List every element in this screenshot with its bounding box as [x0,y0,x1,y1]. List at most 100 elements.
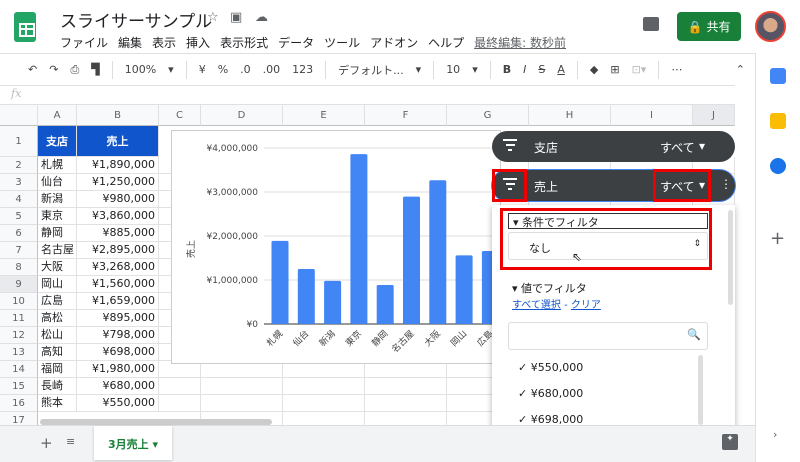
strikethrough-button[interactable]: S [538,63,545,76]
cell[interactable] [283,395,365,412]
merge-cells-icon[interactable]: ⊡▾ [632,63,647,76]
row-header[interactable]: 4 [0,191,38,208]
value-item[interactable]: ✓ ¥680,000 [518,387,583,400]
column-header[interactable]: G [447,105,529,126]
table-cell[interactable]: ¥798,000 [77,327,159,344]
condition-select[interactable]: なし ⇕ [508,232,708,260]
more-formats-button[interactable]: 123 [292,63,313,76]
table-cell[interactable]: 札幌 [38,157,77,174]
table-cell[interactable]: ¥885,000 [77,225,159,242]
formula-bar[interactable]: fx [0,85,735,105]
row-header[interactable]: 7 [0,242,38,259]
table-cell[interactable]: 長崎 [38,378,77,395]
collapse-toolbar-icon[interactable]: ⌃ [736,63,745,76]
column-header[interactable]: D [201,105,283,126]
row-header[interactable]: 12 [0,327,38,344]
cell[interactable] [283,412,365,425]
avatar[interactable] [755,11,786,42]
cell[interactable] [365,412,447,425]
undo-icon[interactable]: ↶ [28,63,37,76]
explore-icon[interactable]: ✦ [722,434,738,450]
table-cell[interactable]: ¥680,000 [77,378,159,395]
value-search-input[interactable]: 🔍 [508,322,708,350]
menu-help[interactable]: ヘルプ [428,34,464,51]
font-size-select[interactable]: 10 [446,63,460,76]
row-header[interactable]: 8 [0,259,38,276]
currency-button[interactable]: ¥ [199,63,206,76]
sheets-logo[interactable] [14,12,36,42]
table-cell[interactable]: ¥1,250,000 [77,174,159,191]
comment-icon[interactable] [643,17,659,31]
table-cell[interactable]: 松山 [38,327,77,344]
last-edit-link[interactable]: 最終編集: 数秒前 [474,34,566,51]
row-header[interactable]: 5 [0,208,38,225]
doc-title[interactable]: スライサーサンプル [60,7,212,32]
table-cell[interactable]: ¥980,000 [77,191,159,208]
row-header[interactable]: 13 [0,344,38,361]
row-header[interactable]: 10 [0,293,38,310]
text-color-button[interactable]: A [557,63,565,76]
menu-tools[interactable]: ツール [324,34,360,51]
cell[interactable] [365,378,447,395]
column-header[interactable]: J [693,105,735,126]
cell[interactable] [159,395,201,412]
star-icon[interactable]: ☆ [207,10,219,25]
scrollbar[interactable] [728,210,733,305]
table-cell[interactable]: ¥895,000 [77,310,159,327]
menu-file[interactable]: ファイル [60,34,108,51]
column-header[interactable]: A [38,105,77,126]
share-button[interactable]: 🔒 共有 [677,12,741,41]
table-cell[interactable]: ¥2,895,000 [77,242,159,259]
redo-icon[interactable]: ↷ [49,63,58,76]
select-all-link[interactable]: すべて選択 [512,300,561,311]
menu-insert[interactable]: 挿入 [186,34,210,51]
all-sheets-icon[interactable]: ≡ [66,435,75,448]
italic-button[interactable]: I [523,63,526,76]
cell[interactable] [201,395,283,412]
add-sheet-icon[interactable]: + [40,434,53,452]
row-header[interactable]: 1 [0,126,38,157]
table-cell[interactable]: 名古屋 [38,242,77,259]
increase-decimal-button[interactable]: .00 [263,63,281,76]
table-cell[interactable]: 仙台 [38,174,77,191]
menu-view[interactable]: 表示 [152,34,176,51]
cell[interactable] [365,395,447,412]
add-addon-icon[interactable]: + [770,228,785,249]
table-cell[interactable]: 高知 [38,344,77,361]
table-cell[interactable]: 岡山 [38,276,77,293]
slicer-value-dropdown[interactable]: すべて [660,139,695,156]
print-icon[interactable]: ⎙ [70,63,79,77]
table-cell[interactable]: 広島 [38,293,77,310]
cell[interactable] [201,378,283,395]
table-cell[interactable]: ¥698,000 [77,344,159,361]
row-header[interactable]: 9 [0,276,38,293]
row-header[interactable]: 2 [0,157,38,174]
value-filter-toggle[interactable]: ▾ 値でフィルタ [512,280,587,296]
table-cell[interactable]: 大阪 [38,259,77,276]
bar-chart[interactable]: ¥0 ¥1,000,000 ¥2,000,000 ¥3,000,000 ¥4,000,0… [171,130,504,364]
table-cell[interactable]: ¥1,890,000 [77,157,159,174]
more-button[interactable]: ⋯ [671,63,682,76]
table-cell[interactable]: 東京 [38,208,77,225]
table-cell[interactable]: 福岡 [38,361,77,378]
cell[interactable] [159,378,201,395]
row-header[interactable]: 6 [0,225,38,242]
clear-link[interactable]: クリア [571,300,601,311]
table-header-cell[interactable]: 売上 [77,126,159,157]
table-cell[interactable]: ¥3,268,000 [77,259,159,276]
column-header[interactable]: C [159,105,201,126]
slicer-branch[interactable]: 支店 すべて ▾ [492,131,735,162]
decrease-decimal-button[interactable]: .0 [240,63,251,76]
table-cell[interactable]: 静岡 [38,225,77,242]
row-header[interactable]: 16 [0,395,38,412]
value-item[interactable]: ✓ ¥698,000 [518,413,583,425]
menu-data[interactable]: データ [278,34,314,51]
more-vert-icon[interactable]: ⋮ [720,177,732,191]
column-header[interactable]: B [77,105,159,126]
fill-color-icon[interactable]: ◆ [590,63,598,76]
filter-icon[interactable] [502,139,518,153]
table-cell[interactable]: 新潟 [38,191,77,208]
cell[interactable] [283,378,365,395]
font-select[interactable]: デフォルト... [338,62,404,78]
scrollbar[interactable] [698,355,703,425]
